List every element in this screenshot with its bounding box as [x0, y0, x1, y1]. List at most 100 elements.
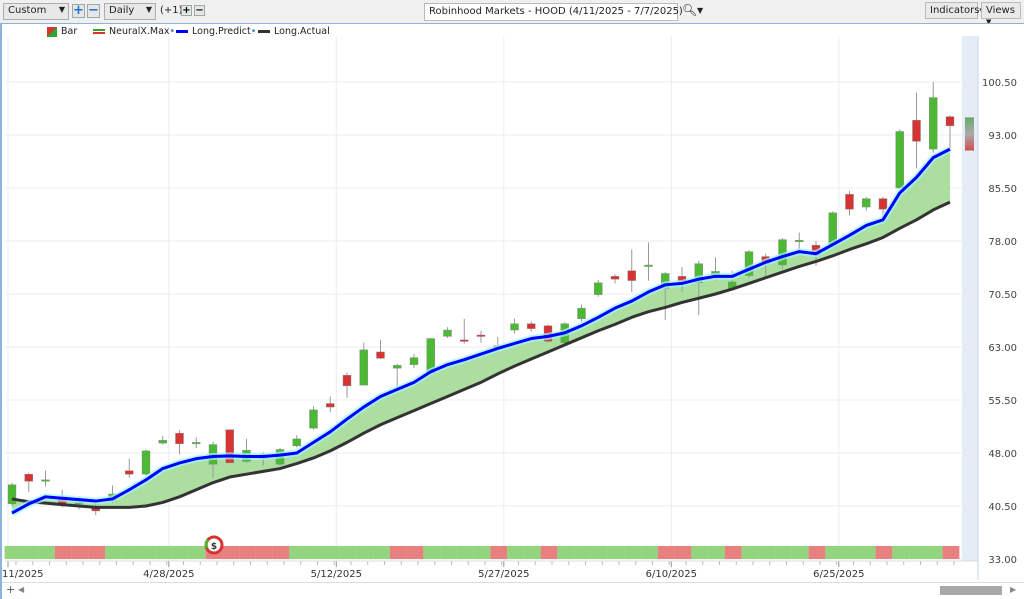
neuralx-signal-segment [758, 546, 776, 559]
candle-body [577, 307, 586, 319]
x-tick-label: 5/27/2025 [478, 569, 529, 580]
candle-body [7, 484, 17, 505]
y-tick-label: 70.50 [988, 290, 1017, 301]
candle-body [610, 276, 620, 280]
scroll-right-icon[interactable]: ▶ [1010, 585, 1016, 594]
neuralx-signal-segment [121, 546, 139, 559]
candle-body [125, 470, 134, 475]
neuralx-signal-segment [858, 546, 876, 559]
neuralx-signal-segment [657, 546, 675, 559]
icon-arc [204, 539, 210, 549]
neuralx-signal-segment [540, 546, 558, 559]
candle-body [342, 375, 352, 387]
candle-body [510, 323, 519, 331]
forecast-zone [962, 36, 978, 561]
neuralx-signal-segment [389, 546, 407, 559]
neuralx-signal-segment [775, 546, 792, 559]
candle-body [24, 474, 33, 482]
candle-body [845, 194, 854, 210]
neuralx-signal-segment [155, 546, 173, 559]
neuralx-signal-segment [54, 546, 72, 559]
neuralx-signal-segment [440, 546, 457, 559]
neuralx-signal-segment [557, 546, 575, 559]
candle-body [393, 365, 402, 369]
y-tick-label: 85.50 [988, 184, 1017, 195]
neuralx-signal-segment [222, 546, 240, 559]
candle-body [878, 198, 888, 210]
neuralx-icon [93, 29, 105, 34]
candle-body [192, 442, 201, 445]
neuralx-signal-segment [239, 546, 256, 559]
price-chart[interactable]: 100.50 93.00 85.50 78.00 70.50 63.00 55.50 48.0… [0, 0, 1024, 599]
neuralx-signal-segment [423, 546, 441, 559]
y-tick-label: 78.00 [988, 237, 1017, 248]
legend-label: Long.Actual [274, 26, 330, 37]
candle-body [895, 131, 904, 189]
y-tick-label: 93.00 [988, 131, 1017, 142]
neuralx-signal-segment [473, 546, 491, 559]
legend-item-neuralx: NeuralX.Max• [93, 26, 175, 37]
candle-body [292, 438, 301, 447]
candle-body [376, 351, 385, 359]
legend-item-long-predict: Long.Predict• [176, 26, 256, 37]
candles [7, 82, 955, 516]
neuralx-signal-segment [842, 546, 859, 559]
candle-body [594, 282, 603, 295]
forecast-bar [965, 117, 974, 151]
neuralx-signal-segment [691, 546, 709, 559]
candle-body [862, 198, 871, 208]
neuralx-signal-segment [38, 546, 55, 559]
x-tick-label: 11/2025 [2, 569, 44, 580]
candle-body [912, 119, 921, 142]
neuralx-signal-segment [574, 546, 591, 559]
candle-body [443, 329, 452, 337]
neuralx-signal-segment [71, 546, 89, 559]
neuralx-signal-segment [892, 546, 910, 559]
neuralx-signal-segment [942, 546, 960, 559]
neuralx-signal-segment [641, 546, 658, 559]
candle-body [309, 409, 318, 429]
plus-icon[interactable]: + [6, 583, 15, 596]
y-tick-label: 40.50 [988, 502, 1017, 513]
neuralx-signal-segment [88, 546, 106, 559]
neuralx-signal-segment [172, 546, 189, 559]
y-tick-label: 55.50 [988, 396, 1017, 407]
line-icon [258, 30, 270, 33]
neuralx-signal-segment [791, 546, 809, 559]
x-tick-label: 6/25/2025 [813, 569, 864, 580]
candle-body [326, 403, 335, 408]
scrollbar-thumb[interactable] [940, 586, 1002, 595]
scroll-left-icon[interactable]: ◀ [18, 585, 24, 594]
candle-body [409, 357, 419, 365]
candle-body [929, 97, 938, 150]
candle-body [158, 440, 167, 444]
neuralx-signal-segment [289, 546, 307, 559]
candle-body [527, 323, 536, 329]
x-tick-label: 5/12/2025 [311, 569, 362, 580]
candle-body [627, 270, 636, 281]
horizontal-scrollbar[interactable]: + ◀ ▶ [2, 582, 1024, 598]
candle-body [359, 349, 368, 386]
candle-body [175, 433, 184, 445]
neuralx-signal-segment [523, 546, 541, 559]
neuralx-signal-segment [306, 546, 323, 559]
legend-item-long-actual: Long.Actual [258, 26, 330, 37]
neuralx-signal-segment [724, 546, 742, 559]
neuralx-signal-segment [105, 546, 122, 559]
dollar-label: $ [211, 542, 217, 552]
candle-body [795, 240, 804, 242]
neuralx-signal-segment [808, 546, 826, 559]
neuralx-signal-segment [708, 546, 725, 559]
neuralx-signal-segment [909, 546, 926, 559]
y-tick-label: 100.50 [982, 78, 1017, 89]
neuralx-signal-segment [322, 546, 340, 559]
candle-body [644, 264, 653, 267]
neuralx-signal-segment [624, 546, 642, 559]
neuralx-signal-segment [255, 546, 273, 559]
candle-body [41, 479, 50, 482]
neuralx-signal-segment [490, 546, 508, 559]
neuralx-signal-segment [875, 546, 893, 559]
neuralx-signal-segment [21, 546, 39, 559]
x-tick-label: 4/28/2025 [143, 569, 194, 580]
line-icon [176, 30, 188, 33]
